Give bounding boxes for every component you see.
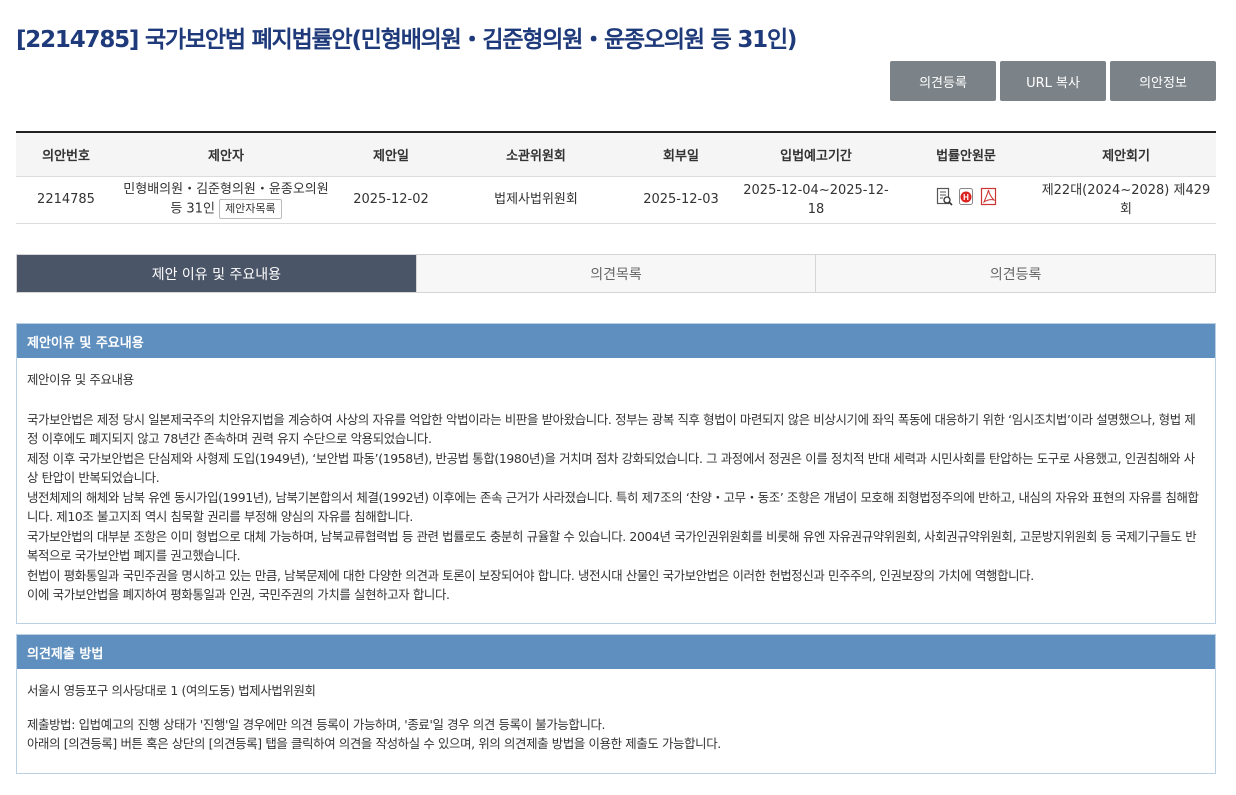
tab-opinion-list[interactable]: 의견목록 — [415, 255, 816, 292]
submission-guide: 아래의 [의견등록] 버튼 혹은 상단의 [의견등록] 탭을 클릭하여 의견을 … — [27, 736, 721, 751]
reason-paragraph: 국가보안법의 대부분 조항은 이미 형법으로 대체 가능하며, 남북교류협력법 … — [27, 528, 1197, 564]
pdf-file-icon[interactable] — [980, 187, 997, 206]
tab-reason-summary[interactable]: 제안 이유 및 주요내용 — [17, 255, 416, 292]
header-bill-no: 의안번호 — [16, 132, 116, 177]
header-proposal-date: 제안일 — [336, 132, 446, 177]
submission-panel: 의견제출 방법 서울시 영등포구 의사당대로 1 (여의도동) 법제사법위원회 … — [16, 634, 1216, 774]
document-search-icon[interactable] — [936, 187, 953, 206]
reason-paragraph: 제정 이후 국가보안법은 단심제와 사형제 도입(1949년), ‘보안법 파동… — [27, 450, 1195, 486]
header-committee: 소관위원회 — [446, 132, 626, 177]
reason-panel: 제안이유 및 주요내용 제안이유 및 주요내용 국가보안법은 제정 당시 일본제… — [16, 323, 1216, 624]
header-referral-date: 회부일 — [626, 132, 736, 177]
hwp-file-icon[interactable]: H — [958, 187, 975, 206]
proposer-list-button[interactable]: 제안자목록 — [219, 199, 282, 219]
submission-panel-body: 서울시 영등포구 의사당대로 1 (여의도동) 법제사법위원회 제출방법: 입법… — [17, 669, 1215, 766]
svg-text:H: H — [963, 193, 969, 202]
original-text-cell: H — [896, 176, 1036, 224]
header-proposer: 제안자 — [116, 132, 336, 177]
header-session: 제안회기 — [1036, 132, 1216, 177]
reason-paragraph: 냉전체제의 해체와 남북 유엔 동시가입(1991년), 남북기본합의서 체결(… — [27, 489, 1199, 525]
reason-paragraph: 국가보안법은 제정 당시 일본제국주의 치안유지법을 계승하여 사상의 자유를 … — [27, 411, 1196, 447]
url-copy-button[interactable]: URL 복사 — [1000, 61, 1106, 101]
table-row: 2214785 민형배의원・김준형의원・윤종오의원 등 31인 제안자목록 20… — [16, 176, 1216, 224]
reason-panel-body: 제안이유 및 주요내용 국가보안법은 제정 당시 일본제국주의 치안유지법을 계… — [17, 358, 1215, 617]
proposer-cell: 민형배의원・김준형의원・윤종오의원 등 31인 제안자목록 — [116, 176, 336, 224]
proposal-date-cell: 2025-12-02 — [336, 176, 446, 224]
header-original-text: 법률안원문 — [896, 132, 1036, 177]
tab-bar: 제안 이유 및 주요내용 의견목록 의견등록 — [16, 254, 1216, 293]
bill-no-cell: 2214785 — [16, 176, 116, 224]
table-header-row: 의안번호 제안자 제안일 소관위원회 회부일 입법예고기간 법률안원문 제안회기 — [16, 132, 1216, 177]
session-cell: 제22대(2024~2028) 제429회 — [1036, 176, 1216, 224]
opinion-register-button[interactable]: 의견등록 — [890, 61, 996, 101]
bill-info-table: 의안번호 제안자 제안일 소관위원회 회부일 입법예고기간 법률안원문 제안회기… — [16, 131, 1216, 224]
tab-opinion-register[interactable]: 의견등록 — [815, 255, 1216, 292]
page-title: [2214785] 국가보안법 폐지법률안(민형배의원・김준형의원・윤종오의원 … — [16, 27, 797, 53]
bill-info-button[interactable]: 의안정보 — [1110, 61, 1216, 101]
reason-paragraph: 이에 국가보안법을 폐지하여 평화통일과 인권, 국민주권의 가치를 실현하고자… — [27, 587, 450, 602]
submission-address: 서울시 영등포구 의사당대로 1 (여의도동) 법제사법위원회 — [27, 683, 316, 698]
referral-date-cell: 2025-12-03 — [626, 176, 736, 224]
reason-subtitle: 제안이유 및 주요내용 — [27, 372, 134, 387]
header-notice-period: 입법예고기간 — [736, 132, 896, 177]
notice-period-cell: 2025-12-04~2025-12-18 — [736, 176, 896, 224]
reason-paragraph: 헌법이 평화통일과 국민주권을 명시하고 있는 만큼, 남북문제에 대한 다양한… — [27, 567, 1034, 583]
submission-method: 제출방법: 입법예고의 진행 상태가 '진행'일 경우에만 의견 등록이 가능하… — [27, 716, 606, 732]
action-buttons: 의견등록 URL 복사 의안정보 — [890, 61, 1216, 101]
submission-panel-header: 의견제출 방법 — [17, 635, 1215, 669]
committee-cell: 법제사법위원회 — [446, 176, 626, 224]
reason-panel-header: 제안이유 및 주요내용 — [17, 324, 1215, 358]
